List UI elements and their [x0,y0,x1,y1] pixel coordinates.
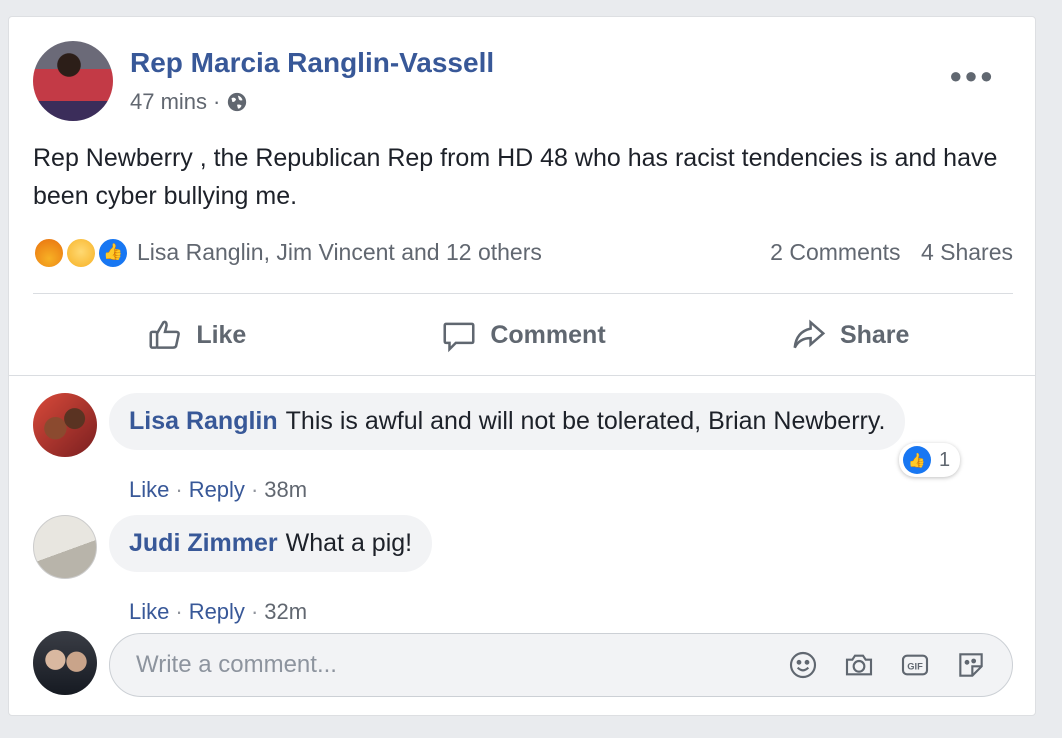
separator: · [175,599,183,624]
globe-icon[interactable] [226,91,248,113]
comment-button[interactable]: Comment [360,299,687,371]
wow-reaction-icon [65,237,97,269]
comment-label: Comment [490,320,606,349]
comment-time[interactable]: 38m [264,477,307,502]
comment-reaction-count: 1 [939,448,951,471]
emoji-icon[interactable] [787,649,819,681]
like-reaction-icon: 👍 [97,237,129,269]
engagement-counts: 2 Comments 4 Shares [770,239,1013,266]
current-user-avatar[interactable] [33,631,97,695]
gif-icon[interactable]: GIF [899,649,931,681]
comment-like-link[interactable]: Like [129,477,169,502]
section-divider [9,375,1035,376]
divider [33,293,1013,294]
author-avatar[interactable] [33,41,113,121]
comment-actions: Like · Reply · 32m [129,599,307,625]
thumbs-up-icon [149,320,181,349]
meta-separator: · [213,89,221,114]
comment-text: This is awful and will not be tolerated,… [285,407,886,435]
post-card: Rep Marcia Ranglin-Vassell 47 mins · ●●●… [8,16,1036,716]
angry-reaction-icon [33,237,65,269]
comment-like-link[interactable]: Like [129,599,169,624]
reaction-icons[interactable]: 👍 [33,237,133,269]
like-button[interactable]: Like [33,299,360,371]
comment-reply-link[interactable]: Reply [189,599,245,624]
sticker-icon[interactable] [955,649,987,681]
comment-bubble: Judi Zimmer What a pig! [109,515,433,572]
composer-icons: GIF [787,649,987,681]
comment-icon [443,322,475,353]
share-button[interactable]: Share [686,299,1013,371]
more-options-icon[interactable]: ●●● [949,63,995,89]
share-label: Share [839,320,910,349]
comment-author[interactable]: Judi Zimmer [129,529,278,557]
post-header: Rep Marcia Ranglin-Vassell 47 mins · ●●● [33,41,1013,123]
share-icon [793,319,826,349]
action-bar: Like Comment Share [33,299,1013,371]
reactions-row: 👍 Lisa Ranglin, Jim Vincent and 12 other… [33,233,1013,273]
shares-count[interactable]: 4 Shares [921,239,1013,265]
reaction-names[interactable]: Lisa Ranglin, Jim Vincent and 12 others [137,239,542,266]
comment-reaction-badge[interactable]: 👍 1 [899,443,961,477]
comment-reply-link[interactable]: Reply [189,477,245,502]
comment-time[interactable]: 32m [264,599,307,624]
post-text: Rep Newberry , the Republican Rep from H… [33,144,998,210]
commenter-avatar[interactable] [33,515,97,579]
author-name[interactable]: Rep Marcia Ranglin-Vassell [130,47,494,79]
comment-author[interactable]: Lisa Ranglin [129,407,278,435]
comment-composer: GIF [33,631,1013,701]
post-time[interactable]: 47 mins [130,89,207,115]
separator: · [250,477,259,502]
comment-actions: Like · Reply · 38m [129,477,307,503]
post-meta: 47 mins · [130,89,248,115]
comment-text: What a pig! [285,529,413,557]
comments-count[interactable]: 2 Comments [770,239,900,265]
like-label: Like [196,320,247,349]
comment-bubble: Lisa Ranglin This is awful and will not b… [109,393,906,450]
like-badge-icon: 👍 [903,446,931,474]
separator: · [175,477,183,502]
commenter-avatar[interactable] [33,393,97,457]
svg-text:GIF: GIF [907,662,923,672]
camera-icon[interactable] [843,649,875,681]
separator: · [250,599,259,624]
